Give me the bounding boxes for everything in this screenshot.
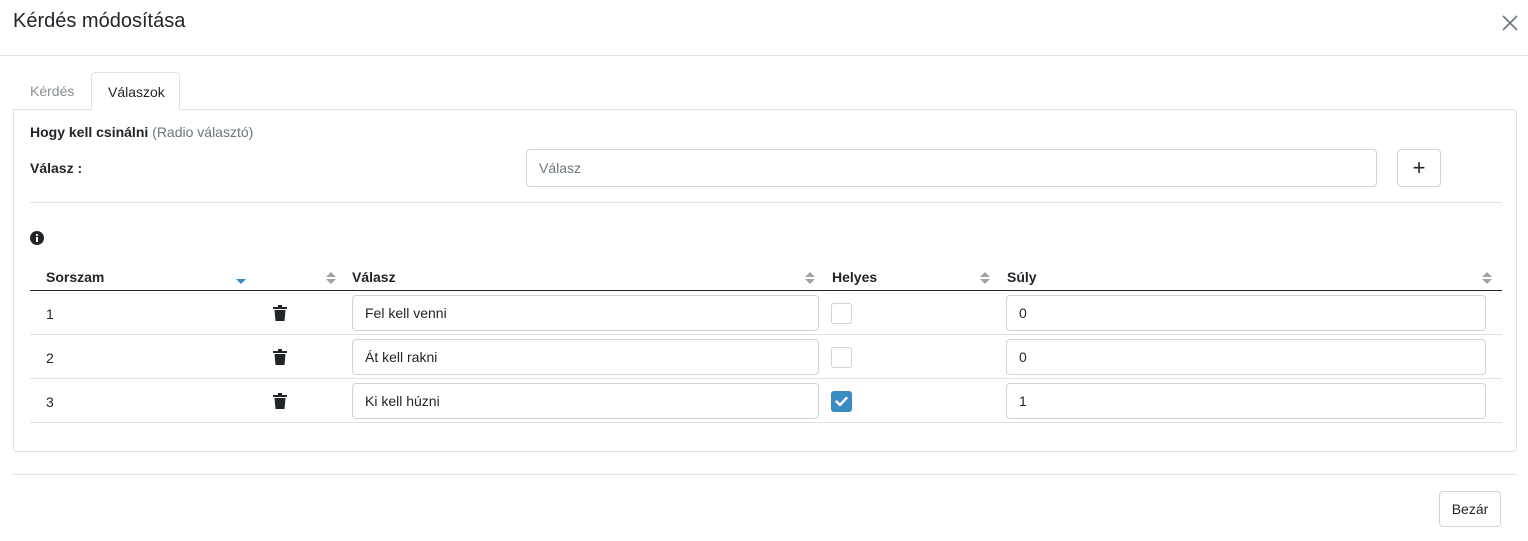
column-header-order[interactable]: Sorszam — [46, 269, 104, 285]
divider — [30, 202, 1502, 203]
close-icon[interactable] — [1500, 13, 1520, 33]
column-header-answer[interactable]: Válasz — [352, 269, 396, 285]
info-circle-icon[interactable] — [30, 231, 44, 245]
footer-divider — [13, 474, 1517, 475]
sort-icon[interactable] — [1482, 271, 1492, 285]
close-button[interactable]: Bezár — [1439, 491, 1501, 527]
check-icon — [835, 396, 848, 407]
sort-desc-icon[interactable] — [236, 271, 246, 285]
trash-icon[interactable] — [273, 349, 287, 365]
tab-question[interactable]: Kérdés — [14, 72, 90, 110]
modal-header: Kérdés módosítása — [0, 0, 1528, 56]
column-header-weight[interactable]: Súly — [1007, 269, 1037, 285]
weight-input[interactable] — [1006, 383, 1486, 419]
sort-icon[interactable] — [326, 271, 336, 285]
correct-checkbox[interactable] — [831, 391, 852, 412]
column-header-correct[interactable]: Helyes — [832, 269, 877, 285]
answer-input[interactable] — [526, 149, 1377, 187]
modal-title: Kérdés módosítása — [13, 10, 186, 32]
order-cell: 1 — [46, 306, 54, 322]
table-row: 3 — [30, 379, 1502, 423]
table-header: Sorszam Válasz Helyes Súly — [30, 265, 1502, 291]
order-cell: 2 — [46, 350, 54, 366]
answer-text-input[interactable] — [352, 383, 819, 419]
sort-icon[interactable] — [980, 271, 990, 285]
answers-panel: Hogy kell csinálni (Radio választó) Vála… — [13, 109, 1517, 452]
answer-text-input[interactable] — [352, 295, 819, 331]
question-type-line: Hogy kell csinálni (Radio választó) — [30, 124, 253, 140]
tab-answers[interactable]: Válaszok — [91, 72, 180, 110]
tab-bar: Kérdés Válaszok — [13, 72, 1517, 110]
correct-checkbox[interactable] — [831, 347, 852, 368]
table-row: 1 — [30, 291, 1502, 335]
answer-label: Válasz : — [30, 160, 83, 176]
question-title: Hogy kell csinálni — [30, 124, 149, 140]
sort-icon[interactable] — [805, 271, 815, 285]
answer-text-input[interactable] — [352, 339, 819, 375]
trash-icon[interactable] — [273, 305, 287, 321]
table-row: 2 — [30, 335, 1502, 379]
correct-checkbox[interactable] — [831, 303, 852, 324]
question-type: (Radio választó) — [152, 124, 254, 140]
weight-input[interactable] — [1006, 295, 1486, 331]
add-answer-button[interactable]: + — [1397, 149, 1441, 187]
order-cell: 3 — [46, 394, 54, 410]
weight-input[interactable] — [1006, 339, 1486, 375]
trash-icon[interactable] — [273, 393, 287, 409]
